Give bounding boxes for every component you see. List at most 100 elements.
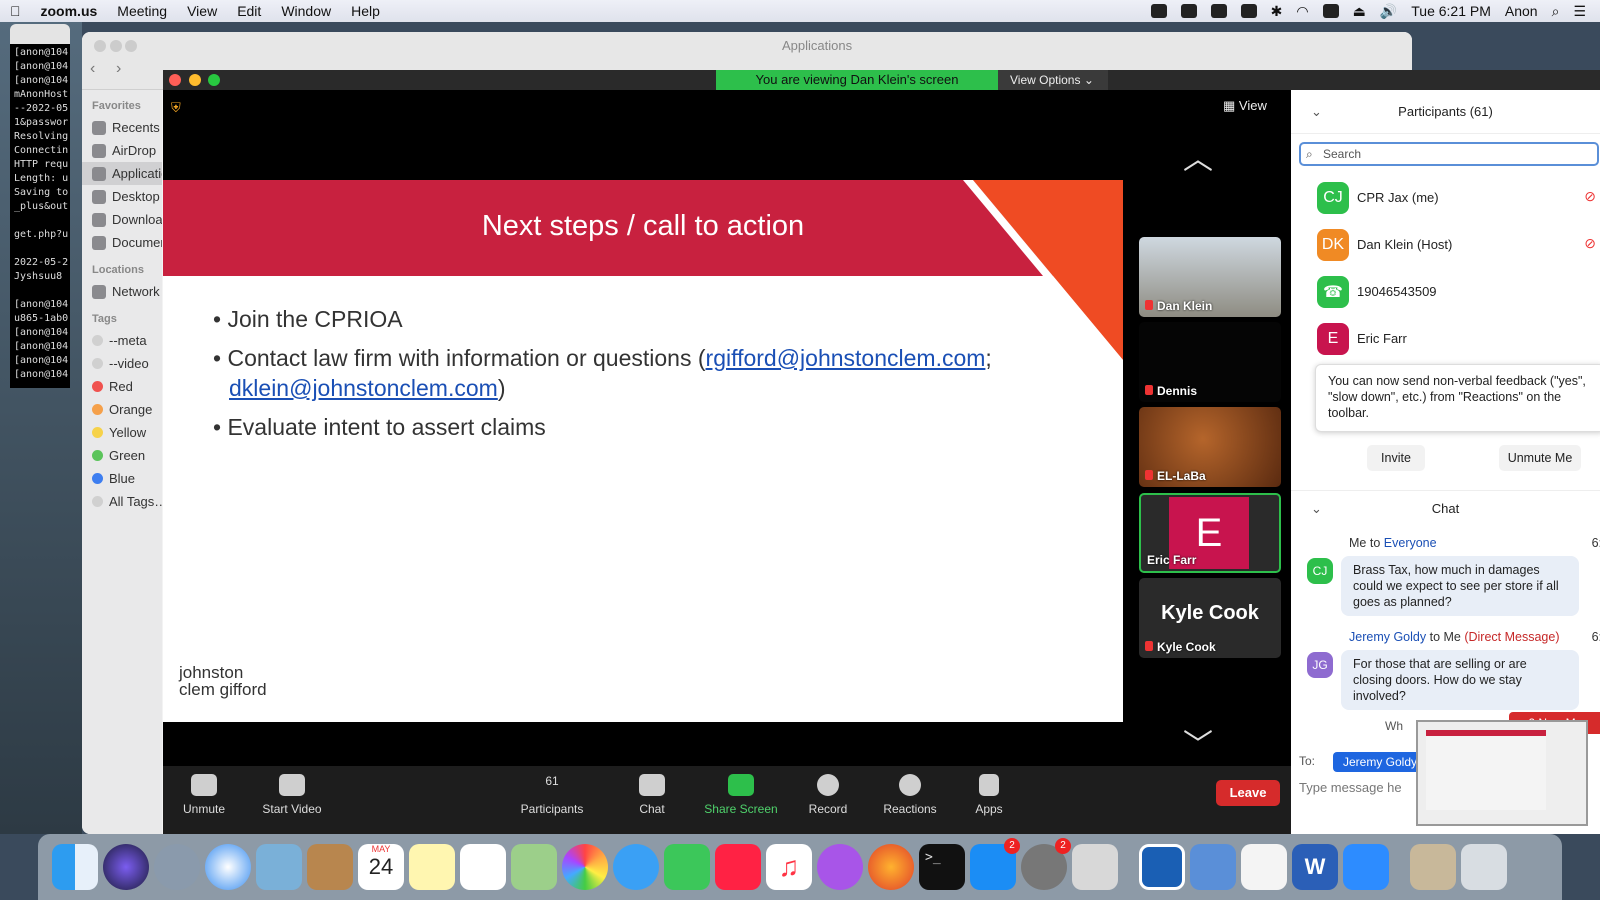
sidebar-item-recents[interactable]: Recents bbox=[82, 116, 162, 139]
launchpad-icon[interactable] bbox=[154, 844, 200, 890]
sidebar-tag-item[interactable]: Blue bbox=[82, 467, 162, 490]
screen-preview-thumbnail[interactable] bbox=[1416, 720, 1588, 826]
contacts-icon[interactable] bbox=[307, 844, 353, 890]
back-icon[interactable]: ‹ bbox=[90, 60, 95, 78]
close-icon[interactable] bbox=[169, 74, 181, 86]
keyboard-icon[interactable] bbox=[1322, 4, 1339, 18]
screenshot-icon[interactable] bbox=[1139, 844, 1185, 890]
leave-button[interactable]: Leave bbox=[1216, 780, 1280, 806]
mic-off-icon[interactable]: ⊘ bbox=[1584, 235, 1596, 252]
music-icon[interactable]: ♫ bbox=[766, 844, 812, 890]
minimize-icon[interactable] bbox=[188, 74, 201, 86]
safari-icon[interactable] bbox=[205, 844, 251, 890]
share-screen-button[interactable]: Share Screen bbox=[696, 774, 786, 816]
bluetooth-icon[interactable]: ✱ bbox=[1271, 3, 1283, 20]
sidebar-tag-item[interactable]: Orange bbox=[82, 398, 162, 421]
firefox-icon[interactable] bbox=[868, 844, 914, 890]
lock-status-icon[interactable] bbox=[1210, 4, 1227, 18]
finder-icon[interactable] bbox=[52, 844, 98, 890]
chevron-down-icon[interactable]: ﹀ bbox=[1183, 720, 1213, 764]
menu-edit[interactable]: Edit bbox=[227, 3, 271, 19]
email-link-dklein[interactable]: dklein@johnstonclem.com bbox=[229, 375, 498, 401]
control-center-icon[interactable]: ☰ bbox=[1573, 3, 1586, 20]
maximize-icon[interactable] bbox=[208, 74, 221, 86]
participant-row[interactable]: E Eric Farr bbox=[1291, 315, 1600, 362]
start-video-button[interactable]: Start Video bbox=[247, 774, 337, 816]
participant-row[interactable]: ☎ 19046543509 bbox=[1291, 268, 1600, 315]
video-thumb-el-laba[interactable]: EL-LaBa bbox=[1139, 407, 1281, 487]
mic-off-icon[interactable]: ⊘ bbox=[1584, 188, 1596, 205]
terminal-titlebar[interactable] bbox=[10, 24, 70, 44]
app-store-icon[interactable]: 2 bbox=[970, 838, 1020, 890]
video-thumb-kyle-cook[interactable]: Kyle Cook Kyle Cook bbox=[1139, 578, 1281, 658]
record-button[interactable]: Record bbox=[783, 774, 873, 816]
menu-window[interactable]: Window bbox=[271, 3, 341, 19]
view-options-button[interactable]: View Options ⌄ bbox=[998, 70, 1108, 90]
wifi-icon[interactable]: ◠ bbox=[1296, 3, 1308, 20]
calendar-icon[interactable]: MAY 24 bbox=[358, 844, 404, 890]
sidebar-item-applications[interactable]: Applications bbox=[82, 162, 162, 185]
word-icon[interactable]: W bbox=[1292, 844, 1338, 890]
system-preferences-icon[interactable]: 2 bbox=[1021, 838, 1071, 890]
facetime-icon[interactable] bbox=[664, 844, 710, 890]
chevron-down-icon[interactable]: ⌄ bbox=[1311, 90, 1322, 134]
terminal-window[interactable]: [anon@104 [anon@104 [anon@104 mAnonHost --20… bbox=[10, 44, 70, 388]
menu-view[interactable]: View bbox=[177, 3, 227, 19]
textedit-icon[interactable] bbox=[1241, 844, 1287, 890]
sidebar-tag-item[interactable]: --video bbox=[82, 352, 162, 375]
sidebar-tag-item[interactable]: --meta bbox=[82, 329, 162, 352]
recipient-dropdown[interactable]: Jeremy Goldy bbox=[1333, 752, 1429, 772]
video-thumb-dennis[interactable]: Dennis bbox=[1139, 322, 1281, 402]
reminders-icon[interactable] bbox=[460, 844, 506, 890]
sidebar-item-documents[interactable]: Documents bbox=[82, 231, 162, 254]
email-link-rgifford[interactable]: rgifford@johnstonclem.com bbox=[706, 345, 986, 371]
participant-row[interactable]: CJ CPR Jax (me) ⊘ bbox=[1291, 174, 1600, 221]
sidebar-tag-item[interactable]: All Tags… bbox=[82, 490, 162, 513]
reactions-button[interactable]: Reactions bbox=[865, 774, 955, 816]
status-icon[interactable] bbox=[1150, 4, 1167, 18]
spotlight-icon[interactable]: ⌕ bbox=[1552, 3, 1560, 20]
apple-icon[interactable]:  bbox=[0, 3, 31, 19]
finder-traffic-lights[interactable] bbox=[94, 40, 138, 55]
menu-app-name[interactable]: zoom.us bbox=[31, 3, 108, 19]
forward-icon[interactable]: › bbox=[116, 60, 121, 78]
unmute-button[interactable]: Unmute bbox=[163, 774, 249, 816]
sidebar-item-downloads[interactable]: Downloads bbox=[82, 208, 162, 231]
invite-button[interactable]: Invite bbox=[1367, 445, 1425, 471]
shield-icon[interactable]: ⛨ bbox=[171, 100, 181, 116]
eject-icon[interactable]: ⏏ bbox=[1353, 3, 1366, 20]
photos-icon[interactable] bbox=[562, 844, 608, 890]
preview-icon[interactable] bbox=[1190, 844, 1236, 890]
sidebar-tag-item[interactable]: Yellow bbox=[82, 421, 162, 444]
podcasts-icon[interactable] bbox=[817, 844, 863, 890]
unmute-me-button[interactable]: Unmute Me bbox=[1499, 445, 1581, 471]
sidebar-item-network[interactable]: Network bbox=[82, 280, 162, 303]
menu-meeting[interactable]: Meeting bbox=[107, 3, 177, 19]
zoom-status-icon[interactable] bbox=[1180, 4, 1197, 18]
participant-search-input[interactable]: ⌕ Search bbox=[1299, 142, 1599, 166]
participant-row[interactable]: DK Dan Klein (Host) ⊘ bbox=[1291, 221, 1600, 268]
user-name[interactable]: Anon bbox=[1505, 3, 1538, 19]
vpn-icon[interactable] bbox=[1240, 4, 1257, 18]
menu-help[interactable]: Help bbox=[341, 3, 390, 19]
terminal-icon[interactable]: >_ bbox=[919, 844, 965, 890]
zoom-icon[interactable] bbox=[1343, 844, 1389, 890]
trash-icon[interactable] bbox=[1461, 844, 1507, 890]
volume-icon[interactable]: 🔊 bbox=[1380, 3, 1397, 20]
notes-icon[interactable] bbox=[409, 844, 455, 890]
chevron-up-icon[interactable]: ︿ bbox=[1183, 134, 1213, 178]
chat-button[interactable]: Chat bbox=[607, 774, 697, 816]
view-button[interactable]: ▦ View bbox=[1223, 98, 1267, 114]
sidebar-item-desktop[interactable]: Desktop bbox=[82, 185, 162, 208]
siri-icon[interactable] bbox=[103, 844, 149, 890]
messages-icon[interactable] bbox=[613, 844, 659, 890]
downloads-stack-icon[interactable] bbox=[1410, 844, 1456, 890]
sidebar-tag-item[interactable]: Red bbox=[82, 375, 162, 398]
participants-button[interactable]: 61 Participants bbox=[507, 774, 597, 816]
video-thumb-dan-klein[interactable]: Dan Klein bbox=[1139, 237, 1281, 317]
calculator-icon[interactable] bbox=[1072, 844, 1118, 890]
preview-app-icon[interactable] bbox=[256, 844, 302, 890]
sidebar-item-airdrop[interactable]: AirDrop bbox=[82, 139, 162, 162]
news-icon[interactable] bbox=[715, 844, 761, 890]
maps-icon[interactable] bbox=[511, 844, 557, 890]
